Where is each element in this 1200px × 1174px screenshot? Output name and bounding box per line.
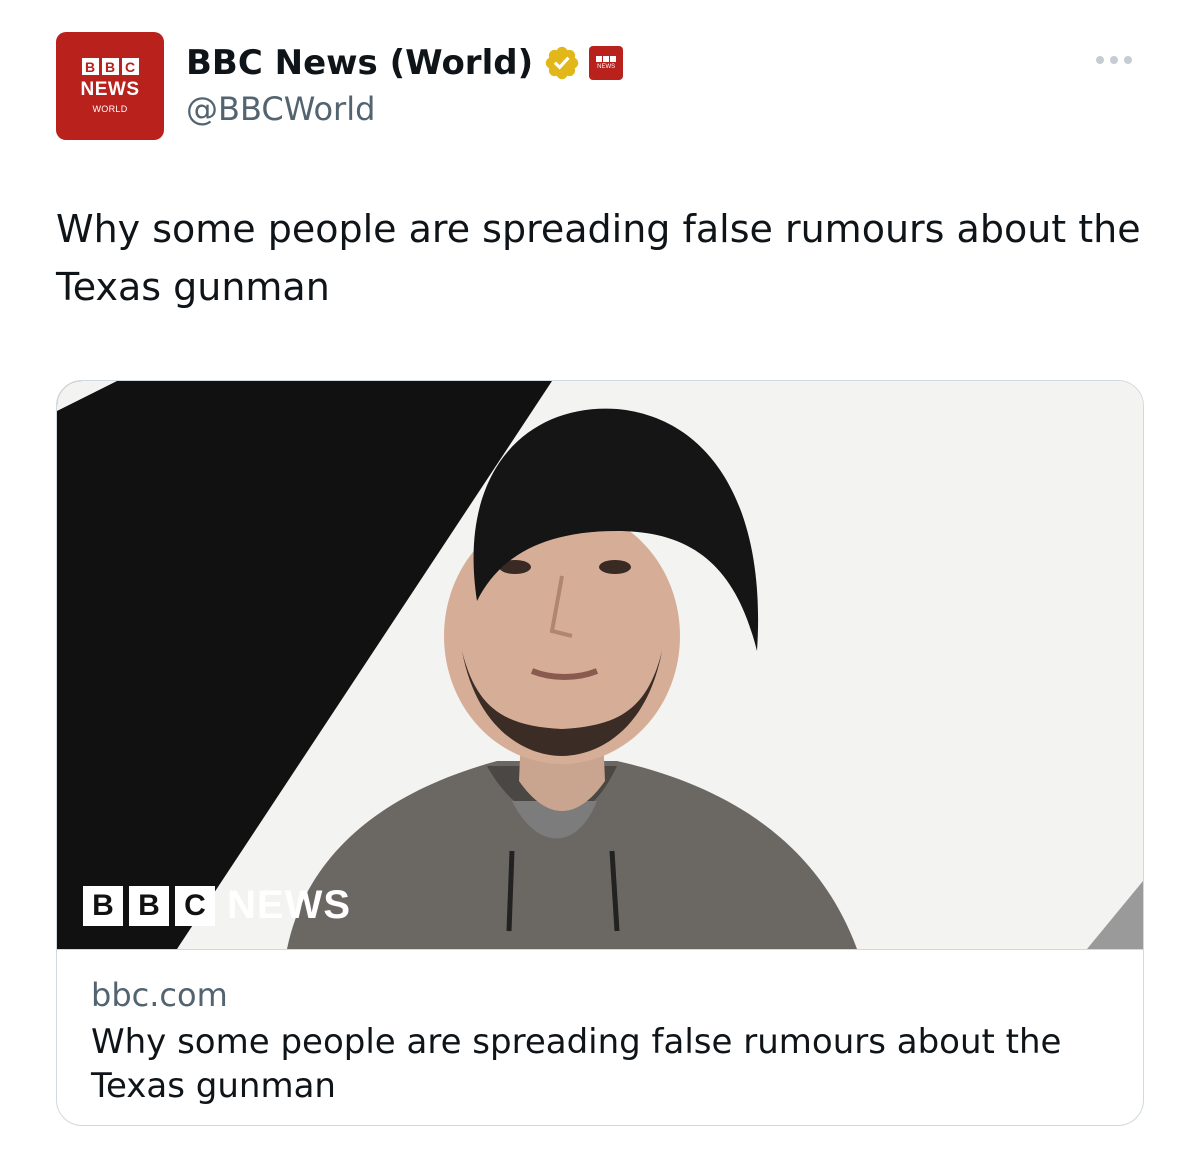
link-preview-card[interactable]: B B C NEWS bbc.com Why some people are s… [56, 380, 1144, 1126]
more-options-icon[interactable] [1096, 56, 1132, 64]
bbc-letter: C [121, 58, 139, 75]
account-name-row: BBC News (World) NEWS [186, 40, 624, 86]
bbc-logo-blocks: B B C [81, 58, 139, 75]
bbc-news-affiliate-icon[interactable]: NEWS [589, 46, 624, 80]
bbc-news-word: NEWS [227, 883, 351, 927]
card-thumbnail-image[interactable]: B B C NEWS [57, 381, 1143, 949]
bbc-letter: B [81, 58, 99, 75]
bbc-letter: B [101, 58, 119, 75]
account-handle[interactable]: @BBCWorld [186, 88, 375, 130]
tweet-text: Why some people are spreading false rumo… [56, 207, 1141, 309]
account-avatar[interactable]: B B C NEWS WORLD [56, 32, 164, 140]
card-footer[interactable]: bbc.com Why some people are spreading fa… [57, 949, 1143, 1125]
avatar-world-label: WORLD [92, 104, 128, 114]
verified-badge-icon [545, 46, 579, 80]
card-photo-illustration [57, 381, 1143, 949]
card-title: Why some people are spreading false rumo… [91, 1022, 1062, 1106]
card-domain: bbc.com [91, 976, 228, 1014]
bbc-letter: B [129, 885, 169, 926]
bbc-letter: C [175, 885, 215, 926]
avatar-news-label: NEWS [80, 79, 140, 100]
display-name[interactable]: BBC News (World) [186, 40, 533, 86]
bbc-letter: B [83, 885, 123, 926]
bbc-news-watermark-logo: B B C NEWS [83, 883, 351, 928]
